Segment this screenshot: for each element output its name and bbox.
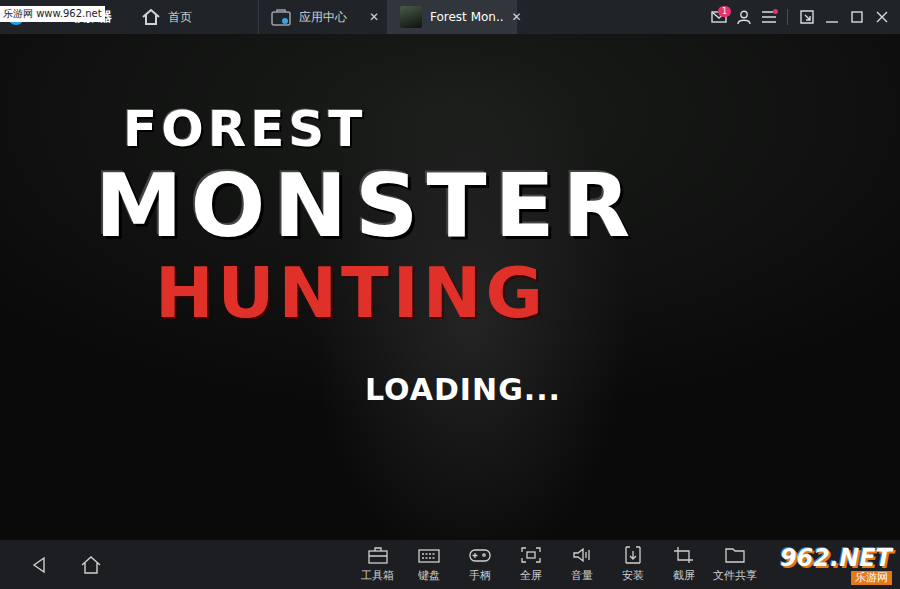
toolbar-label: 截屏: [673, 568, 695, 583]
toolbar-button[interactable]: 工具箱: [352, 546, 403, 583]
watermark-bottom: 962.NET乐游网: [780, 546, 892, 585]
apk-icon: [622, 546, 644, 564]
game-thumbnail-icon: [400, 6, 422, 28]
mini-mode-button[interactable]: [794, 5, 819, 29]
toolbar-button[interactable]: 全屏: [505, 546, 556, 583]
toolbar-button[interactable]: 音量: [556, 546, 607, 583]
volume-icon: [571, 546, 593, 564]
game-title-monster: MONSTER: [95, 162, 638, 250]
gamepad-icon: [469, 546, 491, 564]
close-icon: [876, 11, 888, 23]
game-screen[interactable]: FOREST MONSTER HUNTING LOADING...: [0, 34, 900, 540]
divider: [787, 9, 788, 25]
tab-label: 首页: [168, 9, 192, 26]
back-icon: [32, 557, 46, 573]
folder-icon: [724, 546, 746, 564]
bottom-bar: 工具箱 键盘 手柄 全屏 音量 安装 截屏 文件共享: [0, 540, 900, 589]
close-button[interactable]: [869, 5, 894, 29]
fullscreen-icon: [520, 546, 542, 564]
toolbar-label: 全屏: [520, 568, 542, 583]
watermark-top: 乐游网 www.962.net: [0, 6, 105, 22]
tab-close-button[interactable]: ✕: [512, 10, 522, 24]
emulator-window: MuMu模拟器首页应用中心✕Forest Mon..✕1FORESTMONSTE…: [0, 0, 900, 589]
toolbar-label: 音量: [571, 568, 593, 583]
window-controls: 1: [706, 0, 900, 34]
toolbar-label: 文件共享: [713, 568, 757, 583]
title-bar: MuMu模拟器首页应用中心✕Forest Mon..✕1: [0, 0, 900, 34]
toolbar-button[interactable]: 手柄: [454, 546, 505, 583]
watermark-logo: 962.NET: [780, 546, 892, 570]
watermark-subtitle: 乐游网: [851, 571, 892, 585]
toolbar-button[interactable]: 文件共享: [709, 546, 760, 583]
mail-button[interactable]: 1: [706, 5, 731, 29]
toolbox-icon: [367, 546, 389, 564]
account-button[interactable]: [731, 5, 756, 29]
user-icon: [737, 10, 751, 24]
tab-strip: 首页 应用中心 ✕ Forest Mon..✕: [130, 0, 517, 34]
back-button[interactable]: [28, 554, 50, 576]
minimize-icon: [826, 11, 838, 23]
tab[interactable]: 首页: [130, 0, 259, 34]
minimize-button[interactable]: [819, 5, 844, 29]
app-center-icon: [271, 8, 291, 26]
mail-badge: 1: [718, 6, 731, 17]
keyboard-icon: [418, 546, 440, 564]
toolbar-label: 键盘: [418, 568, 440, 583]
menu-notification-dot: [773, 9, 778, 14]
toolbar: 工具箱 键盘 手柄 全屏 音量 安装 截屏 文件共享: [352, 546, 760, 583]
crop-icon: [673, 546, 695, 564]
toolbar-button[interactable]: 安装: [607, 546, 658, 583]
home-icon: [81, 556, 101, 574]
mini-mode-icon: [800, 10, 814, 24]
toolbar-label: 工具箱: [361, 568, 394, 583]
tab-close-button[interactable]: ✕: [369, 10, 379, 24]
toolbar-button[interactable]: 截屏: [658, 546, 709, 583]
game-title-hunting: HUNTING: [155, 258, 547, 328]
tab[interactable]: 应用中心 ✕: [259, 0, 388, 34]
toolbar-button[interactable]: 键盘: [403, 546, 454, 583]
tab[interactable]: Forest Mon..✕: [388, 0, 517, 34]
maximize-icon: [851, 11, 863, 23]
home-button[interactable]: [80, 554, 102, 576]
tab-label: 应用中心: [299, 9, 347, 26]
toolbar-label: 手柄: [469, 568, 491, 583]
maximize-button[interactable]: [844, 5, 869, 29]
tab-label: Forest Mon..: [430, 10, 504, 24]
toolbar-label: 安装: [622, 568, 644, 583]
home-icon: [142, 9, 160, 25]
game-title-forest: FOREST: [123, 104, 366, 154]
loading-text: LOADING...: [365, 375, 561, 405]
android-nav: [0, 554, 102, 576]
menu-button[interactable]: [756, 5, 781, 29]
